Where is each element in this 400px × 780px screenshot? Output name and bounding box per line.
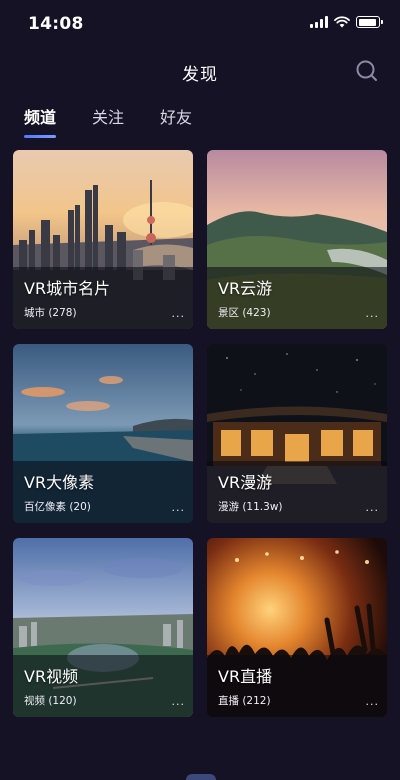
status-time: 14:08: [28, 14, 84, 34]
tab-friends[interactable]: 好友: [160, 104, 192, 138]
more-icon[interactable]: ...: [172, 695, 186, 708]
cellular-signal-icon: [310, 16, 328, 28]
channel-card-roaming[interactable]: VR漫游 漫游 (11.3w) ...: [207, 344, 387, 523]
more-icon[interactable]: ...: [172, 307, 186, 320]
card-title: VR直播: [218, 667, 273, 686]
page-title: 发现: [182, 65, 218, 85]
channel-card-city[interactable]: VR城市名片 城市 (278) ...: [13, 150, 193, 329]
tab-bar: 频道 关注 好友: [24, 104, 192, 138]
search-button[interactable]: [354, 58, 380, 84]
card-subtitle: 直播 (212): [218, 695, 271, 707]
channel-card-scenic[interactable]: VR云游 景区 (423) ...: [207, 150, 387, 329]
more-icon[interactable]: ...: [172, 501, 186, 514]
channel-card-gigapixel[interactable]: VR大像素 百亿像素 (20) ...: [13, 344, 193, 523]
status-bar: 14:08: [0, 0, 400, 48]
card-subtitle: 景区 (423): [218, 307, 271, 319]
card-title: VR云游: [218, 279, 273, 298]
tab-label: 频道: [24, 108, 57, 127]
card-title: VR漫游: [218, 473, 273, 492]
card-title: VR大像素: [24, 473, 95, 492]
card-subtitle: 视频 (120): [24, 695, 77, 707]
more-icon[interactable]: ...: [366, 307, 380, 320]
card-subtitle: 百亿像素 (20): [24, 501, 91, 513]
battery-icon: [356, 16, 383, 28]
card-subtitle: 城市 (278): [24, 307, 77, 319]
status-icons: [310, 16, 383, 28]
more-icon[interactable]: ...: [366, 695, 380, 708]
bottom-home-hint: [186, 774, 216, 780]
channel-grid: VR城市名片 城市 (278) ... VR云游 景区 (423) ... VR…: [13, 150, 387, 717]
search-icon: [356, 60, 377, 81]
tab-active-indicator: [24, 135, 57, 138]
card-subtitle: 漫游 (11.3w): [218, 501, 283, 513]
channel-card-video[interactable]: VR视频 视频 (120) ...: [13, 538, 193, 717]
tab-label: 好友: [160, 108, 193, 127]
header: 发现: [0, 52, 400, 92]
battery-level: [358, 18, 376, 26]
card-title: VR视频: [24, 667, 79, 686]
tab-following[interactable]: 关注: [92, 104, 124, 138]
wifi-icon: [334, 16, 350, 28]
tab-channels[interactable]: 频道: [24, 104, 57, 138]
channel-card-live[interactable]: VR直播 直播 (212) ...: [207, 538, 387, 717]
card-title: VR城市名片: [24, 279, 111, 298]
more-icon[interactable]: ...: [366, 501, 380, 514]
tab-label: 关注: [92, 108, 125, 127]
